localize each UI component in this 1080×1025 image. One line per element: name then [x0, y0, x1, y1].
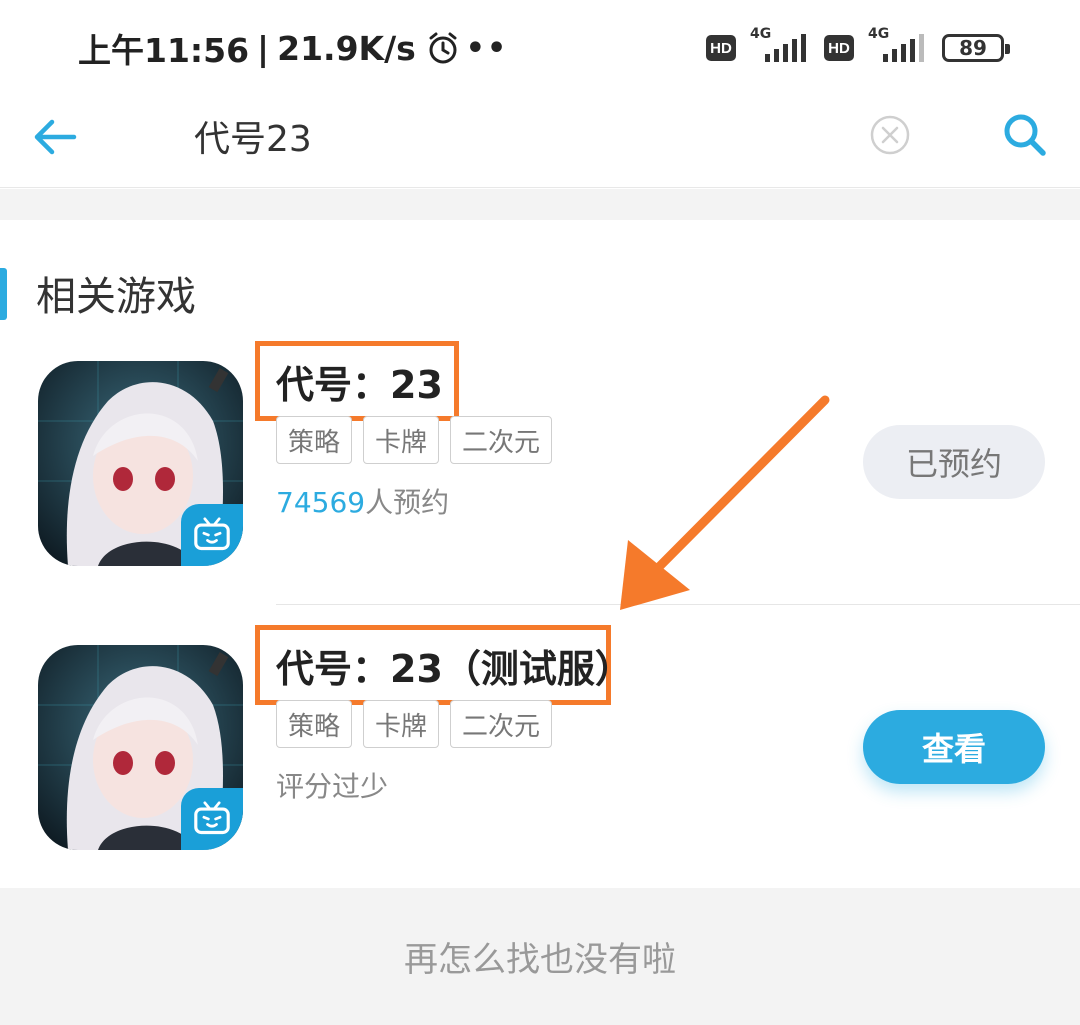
- clear-circle-icon[interactable]: [869, 114, 911, 156]
- game-name-highlight-1: 代号：23: [255, 341, 459, 421]
- reservation-count: 74569人预约: [276, 481, 449, 521]
- reservation-suffix: 人预约: [365, 486, 450, 519]
- back-arrow-icon[interactable]: [30, 112, 80, 162]
- section-accent-bar: [0, 268, 7, 320]
- bilibili-tv-icon: [181, 788, 243, 850]
- reserved-button[interactable]: 已预约: [863, 425, 1045, 499]
- bilibili-tv-icon: [181, 504, 243, 566]
- related-games-section: 相关游戏 代号：23 策略 卡牌 二次元 74569人预约 已预约 代号：23（…: [0, 220, 1080, 888]
- signal-icon-2: 4G: [868, 26, 924, 66]
- battery-icon: 89: [942, 34, 1010, 62]
- status-time: 上午11:56: [78, 31, 250, 70]
- signal-icon-1: 4G: [750, 26, 806, 66]
- status-separator: |: [257, 28, 270, 68]
- view-button[interactable]: 查看: [863, 710, 1045, 784]
- status-right: HD 4G HD 4G 89: [706, 26, 1010, 68]
- network-speed: 21.9K/s: [277, 28, 416, 68]
- search-header: [0, 96, 1080, 188]
- tag-chip[interactable]: 策略: [276, 700, 353, 748]
- tag-chip[interactable]: 卡牌: [363, 416, 440, 464]
- reservation-number: 74569: [276, 486, 366, 519]
- game-name-highlight-2: 代号：23（测试服）: [255, 625, 633, 705]
- search-icon[interactable]: [1000, 110, 1050, 160]
- game-name[interactable]: 代号：23: [276, 354, 443, 409]
- game-name[interactable]: 代号：23（测试服）: [276, 638, 633, 693]
- alarm-clock-icon: [426, 31, 460, 65]
- battery-level: 89: [959, 36, 987, 60]
- game-item-2[interactable]: 代号：23（测试服） 策略 卡牌 二次元 评分过少 查看: [0, 625, 1080, 885]
- hd-badge-2: HD: [824, 35, 854, 61]
- item-divider: [276, 604, 1080, 605]
- search-input[interactable]: [194, 106, 834, 166]
- status-left: 上午11:56 | 21.9K/s ••: [78, 26, 509, 71]
- status-bar: 上午11:56 | 21.9K/s •• HD 4G HD 4G 89: [0, 0, 1080, 96]
- game-icon-1[interactable]: [38, 361, 243, 566]
- end-of-results: 再怎么找也没有啦: [0, 888, 1080, 1025]
- section-title: 相关游戏: [36, 274, 196, 320]
- tag-chip[interactable]: 二次元: [450, 416, 553, 464]
- section-gap: [0, 189, 1080, 220]
- end-of-results-text: 再怎么找也没有啦: [404, 940, 676, 980]
- rating-note: 评分过少: [276, 770, 389, 803]
- hd-badge-1: HD: [706, 35, 736, 61]
- game-tags-2: 策略 卡牌 二次元: [276, 700, 553, 748]
- game-icon-2[interactable]: [38, 645, 243, 850]
- status-dots: ••: [465, 30, 509, 66]
- game-item-1[interactable]: 代号：23 策略 卡牌 二次元 74569人预约 已预约: [0, 341, 1080, 601]
- tag-chip[interactable]: 卡牌: [363, 700, 440, 748]
- tag-chip[interactable]: 二次元: [450, 700, 553, 748]
- game-tags-1: 策略 卡牌 二次元: [276, 416, 553, 464]
- tag-chip[interactable]: 策略: [276, 416, 353, 464]
